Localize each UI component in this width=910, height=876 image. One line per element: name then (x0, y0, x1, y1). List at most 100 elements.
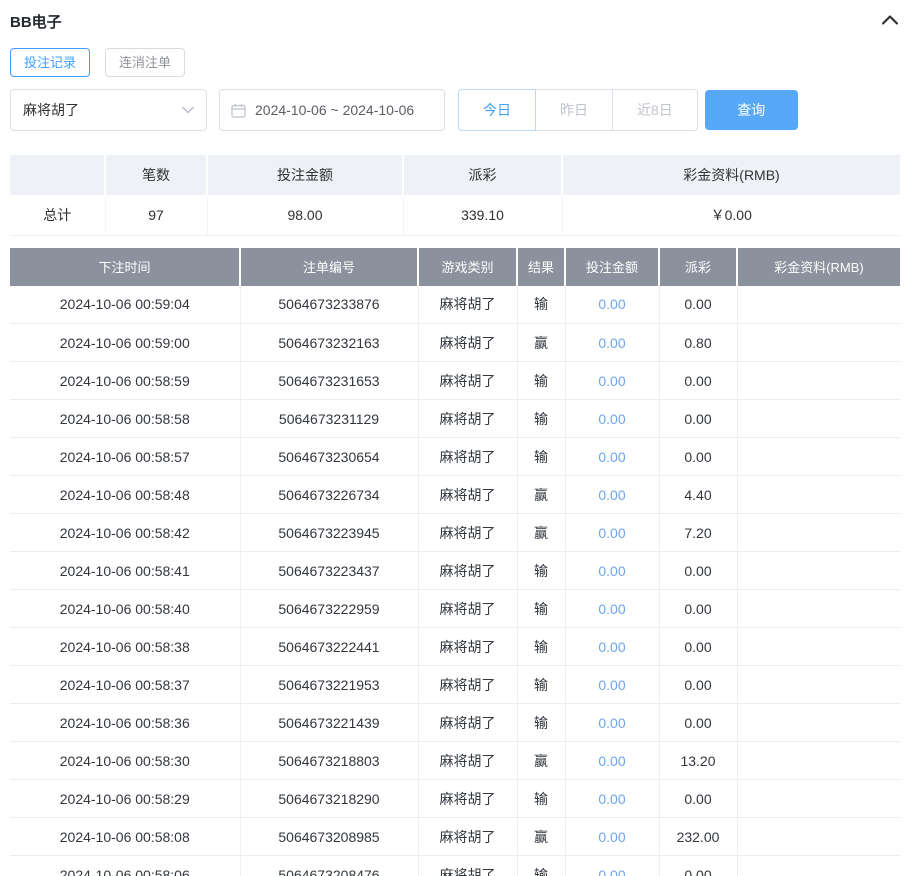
bet-amount-link[interactable]: 0.00 (598, 639, 625, 655)
bet-amount-link[interactable]: 0.00 (598, 373, 625, 389)
cell-bet-time: 2024-10-06 00:58:40 (10, 590, 240, 628)
cell-payout: 7.20 (659, 514, 737, 552)
cell-result: 输 (517, 666, 565, 704)
collapse-panel-button[interactable] (880, 11, 900, 31)
chevron-down-icon (182, 106, 194, 114)
table-row: 2024-10-06 00:58:385064673222441麻将胡了输0.0… (10, 628, 900, 666)
cell-bet-time: 2024-10-06 00:58:30 (10, 742, 240, 780)
bet-amount-link[interactable]: 0.00 (598, 791, 625, 807)
cell-order-id: 5064673231129 (240, 400, 418, 438)
bet-amount-link[interactable]: 0.00 (598, 296, 625, 312)
summary-total-label: 总计 (10, 195, 105, 235)
table-row: 2024-10-06 00:58:585064673231129麻将胡了输 0.0… (10, 400, 900, 438)
bet-amount-link[interactable]: 0.00 (598, 867, 625, 876)
cell-payout: 0.00 (659, 704, 737, 742)
cell-game-type: 麻将胡了 (418, 286, 517, 324)
cell-payout: 0.00 (659, 362, 737, 400)
bet-amount-link[interactable]: 0.00 (598, 411, 625, 427)
cell-game-type: 麻将胡了 (418, 400, 517, 438)
summary-total-bonus: ￥0.00 (562, 195, 900, 235)
chevron-up-icon (882, 12, 898, 30)
cell-result: 输 (517, 438, 565, 476)
cell-order-id: 5064673233876 (240, 286, 418, 324)
cell-bonus (737, 552, 900, 590)
cell-order-id: 5064673218290 (240, 780, 418, 818)
tab-linked-cancelled-orders[interactable]: 连消注单 (105, 48, 185, 77)
bet-amount-link[interactable]: 0.00 (598, 487, 625, 503)
cell-bonus (737, 742, 900, 780)
table-row: 2024-10-06 00:59:045064673233876麻将胡了输0.0… (10, 286, 900, 324)
cell-bet-amount: 0.00 (565, 324, 659, 362)
bet-amount-link[interactable]: 0.00 (598, 563, 625, 579)
cell-payout: 0.00 (659, 590, 737, 628)
game-type-select[interactable]: 麻将胡了 (10, 89, 207, 131)
cell-order-id: 5064673223945 (240, 514, 418, 552)
cell-order-id: 5064673221439 (240, 704, 418, 742)
cell-payout: 0.00 (659, 666, 737, 704)
cell-bet-time: 2024-10-06 00:58:58 (10, 400, 240, 438)
cell-payout: 0.00 (659, 286, 737, 324)
cell-bet-amount: 0.00 (565, 514, 659, 552)
bet-amount-link[interactable]: 0.00 (598, 601, 625, 617)
query-button[interactable]: 查询 (705, 90, 798, 130)
cell-payout: 232.00 (659, 818, 737, 856)
cell-result: 输 (517, 362, 565, 400)
quick-range-last-8-days[interactable]: 近8日 (612, 89, 698, 131)
game-type-select-value: 麻将胡了 (23, 100, 79, 120)
cell-bet-amount: 0.00 (565, 438, 659, 476)
cell-bonus (737, 704, 900, 742)
table-row: 2024-10-06 00:58:425064673223945麻将胡了赢0.0… (10, 514, 900, 552)
summary-header-count: 笔数 (105, 155, 207, 195)
bet-amount-link[interactable]: 0.00 (598, 829, 625, 845)
cell-order-id: 5064673221953 (240, 666, 418, 704)
cell-result: 输 (517, 400, 565, 438)
header-game-type: 游戏类别 (418, 248, 517, 286)
cell-result: 输 (517, 704, 565, 742)
cell-order-id: 5064673231653 (240, 362, 418, 400)
table-row: 2024-10-06 00:58:085064673208985麻将胡了赢0.0… (10, 818, 900, 856)
summary-total-count: 97 (105, 195, 207, 235)
tab-bet-records[interactable]: 投注记录 (10, 48, 90, 77)
cell-bet-time: 2024-10-06 00:58:06 (10, 856, 240, 876)
cell-bonus (737, 666, 900, 704)
bet-amount-link[interactable]: 0.00 (598, 335, 625, 351)
quick-range-today[interactable]: 今日 (458, 89, 536, 131)
bet-amount-link[interactable]: 0.00 (598, 449, 625, 465)
page-title: BB电子 (10, 11, 62, 32)
bet-amount-link[interactable]: 0.00 (598, 677, 625, 693)
table-row: 2024-10-06 00:59:005064673232163麻将胡了赢0.0… (10, 324, 900, 362)
summary-header-bonus: 彩金资料(RMB) (562, 155, 900, 195)
cell-payout: 0.00 (659, 856, 737, 876)
cell-bet-amount: 0.00 (565, 476, 659, 514)
cell-game-type: 麻将胡了 (418, 362, 517, 400)
bet-records-panel: BB电子 投注记录 连消注单 麻将胡了 2024-10-06 ~ 2024-10… (0, 0, 910, 876)
cell-game-type: 麻将胡了 (418, 666, 517, 704)
cell-game-type: 麻将胡了 (418, 552, 517, 590)
date-range-input[interactable]: 2024-10-06 ~ 2024-10-06 (219, 89, 445, 131)
bet-amount-link[interactable]: 0.00 (598, 715, 625, 731)
table-row: 2024-10-06 00:58:595064673231653麻将胡了输0.0… (10, 362, 900, 400)
cell-payout: 0.00 (659, 400, 737, 438)
bet-amount-link[interactable]: 0.00 (598, 753, 625, 769)
bet-amount-link[interactable]: 0.00 (598, 525, 625, 541)
bet-records-table: 下注时间 注单编号 游戏类别 结果 投注金额 派彩 彩金资料(RMB) 2024… (10, 248, 900, 876)
cell-bet-amount: 0.00 (565, 400, 659, 438)
cell-bet-time: 2024-10-06 00:58:38 (10, 628, 240, 666)
cell-payout: 0.80 (659, 324, 737, 362)
cell-bonus (737, 514, 900, 552)
cell-bet-time: 2024-10-06 00:58:57 (10, 438, 240, 476)
cell-result: 输 (517, 286, 565, 324)
cell-game-type: 麻将胡了 (418, 704, 517, 742)
cell-payout: 0.00 (659, 628, 737, 666)
cell-bet-amount: 0.00 (565, 362, 659, 400)
cell-result: 赢 (517, 476, 565, 514)
summary-header-row: 笔数 投注金额 派彩 彩金资料(RMB) (10, 155, 900, 195)
summary-total-bet-amount: 98.00 (207, 195, 403, 235)
cell-order-id: 5064673208476 (240, 856, 418, 876)
table-row: 2024-10-06 00:58:065064673208476麻将胡了输0.0… (10, 856, 900, 876)
cell-order-id: 5064673230654 (240, 438, 418, 476)
cell-bet-amount: 0.00 (565, 666, 659, 704)
quick-range-yesterday[interactable]: 昨日 (535, 89, 613, 131)
table-row: 2024-10-06 00:58:405064673222959麻将胡了输0.0… (10, 590, 900, 628)
table-row: 2024-10-06 00:58:415064673223437麻将胡了输0.0… (10, 552, 900, 590)
